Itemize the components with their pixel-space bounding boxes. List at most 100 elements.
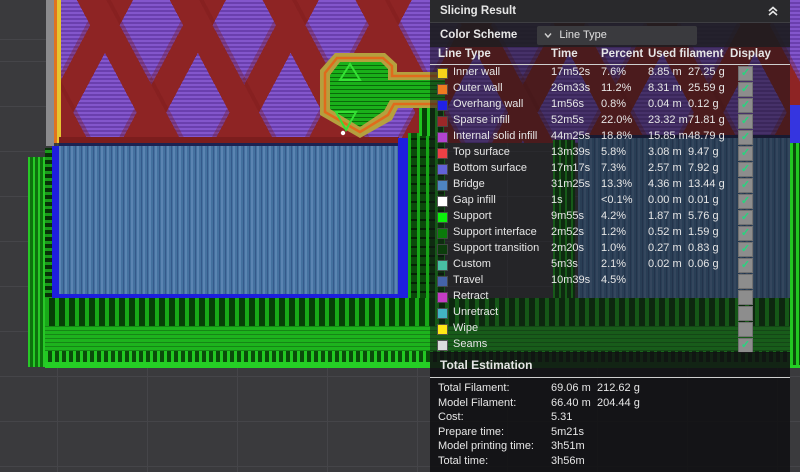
line-type-row: Bottom surface 17m17s 7.3% 2.57 m 7.92 g ✓ — [430, 161, 790, 177]
line-type-filament-m: 1.87 m — [648, 210, 682, 222]
panel-title-bar: Slicing Result — [430, 0, 790, 23]
total-estimation-section: Total Estimation Total Filament: 69.06 m 2… — [430, 352, 790, 472]
line-type-filament-m: 0.02 m — [648, 258, 682, 270]
line-type-percent: 2.1% — [601, 258, 627, 270]
total-label: Cost: — [438, 411, 464, 423]
total-value-1: 5m21s — [551, 425, 585, 438]
line-type-percent: 5.8% — [601, 146, 627, 158]
line-type-filament-g: 71.81 g — [688, 114, 725, 126]
line-type-label: Top surface — [453, 146, 510, 158]
display-checkbox[interactable]: ✓ — [738, 226, 753, 241]
display-checkbox[interactable] — [738, 322, 753, 337]
line-type-table: Line Type Time Percent Used filament Dis… — [430, 47, 790, 353]
display-checkbox[interactable] — [738, 274, 753, 289]
line-type-row: Unretract — [430, 305, 790, 321]
total-estimation-row: Total Filament: 69.06 m 212.62 g — [430, 381, 790, 396]
line-type-label: Travel — [453, 274, 484, 286]
line-type-label: Bottom surface — [453, 162, 527, 174]
color-scheme-value: Line Type — [559, 29, 607, 41]
display-checkbox[interactable]: ✓ — [738, 258, 753, 273]
line-type-label: Custom — [453, 258, 491, 270]
line-type-label: Unretract — [453, 306, 499, 318]
total-label: Total Filament: — [438, 382, 510, 394]
line-type-percent: 7.6% — [601, 66, 627, 78]
line-type-time: 5m3s — [551, 258, 578, 270]
col-used-filament: Used filament — [648, 48, 724, 60]
line-type-percent: 1.0% — [601, 242, 627, 254]
color-scheme-dropdown[interactable]: Line Type — [537, 25, 698, 45]
line-type-row: Inner wall 17m52s 7.6% 8.85 m 27.25 g ✓ — [430, 65, 790, 81]
line-type-percent: 1.2% — [601, 226, 627, 238]
display-checkbox[interactable]: ✓ — [738, 242, 753, 257]
total-estimation-row: Prepare time: 5m21s — [430, 425, 790, 440]
display-checkbox[interactable]: ✓ — [738, 82, 753, 97]
line-type-row: Outer wall 26m33s 11.2% 8.31 m 25.59 g ✓ — [430, 81, 790, 97]
line-type-label: Sparse infill — [453, 114, 510, 126]
line-type-label: Support — [453, 210, 492, 222]
col-line-type: Line Type — [438, 48, 491, 60]
display-checkbox[interactable] — [738, 290, 753, 305]
edge-overhang-strip — [790, 105, 800, 143]
line-type-percent: 4.5% — [601, 274, 627, 286]
line-type-row: Overhang wall 1m56s 0.8% 0.04 m 0.12 g ✓ — [430, 97, 790, 113]
slicing-result-panel: Slicing Result Color Scheme Line Type Li… — [430, 0, 790, 472]
line-type-row: Wipe — [430, 321, 790, 337]
line-type-percent: 4.2% — [601, 210, 627, 222]
line-type-row: Gap infill 1s <0.1% 0.00 m 0.01 g ✓ — [430, 193, 790, 209]
display-checkbox[interactable]: ✓ — [738, 66, 753, 81]
line-type-color-swatch — [437, 164, 448, 175]
bridge-surface — [59, 143, 398, 301]
display-checkbox[interactable]: ✓ — [738, 194, 753, 209]
color-scheme-label: Color Scheme — [440, 29, 518, 41]
line-type-label: Retract — [453, 290, 489, 302]
line-type-label: Wipe — [453, 322, 479, 334]
line-type-row: Custom 5m3s 2.1% 0.02 m 0.06 g ✓ — [430, 257, 790, 273]
total-label: Model printing time: — [438, 440, 534, 452]
color-scheme-row: Color Scheme Line Type — [430, 23, 790, 47]
line-type-label: Overhang wall — [453, 98, 524, 110]
line-type-filament-g: 0.12 g — [688, 98, 719, 110]
line-type-label: Inner wall — [453, 66, 501, 78]
total-estimation-row: Model Filament: 66.40 m 204.44 g — [430, 396, 790, 411]
line-type-filament-g: 7.92 g — [688, 162, 719, 174]
line-type-percent: <0.1% — [601, 194, 633, 206]
line-type-filament-g: 48.79 g — [688, 130, 725, 142]
line-type-row: Bridge 31m25s 13.3% 4.36 m 13.44 g ✓ — [430, 177, 790, 193]
inner-wall-line — [57, 0, 61, 143]
line-type-row: Travel 10m39s 4.5% — [430, 273, 790, 289]
display-checkbox[interactable]: ✓ — [738, 98, 753, 113]
display-checkbox[interactable]: ✓ — [738, 210, 753, 225]
panel-title: Slicing Result — [440, 5, 517, 17]
display-checkbox[interactable] — [738, 306, 753, 321]
line-type-filament-g: 13.44 g — [688, 178, 725, 190]
line-type-percent: 13.3% — [601, 178, 633, 190]
edge-support-strip — [790, 143, 800, 365]
line-type-color-swatch — [437, 84, 448, 95]
total-estimation-title: Total Estimation — [430, 352, 790, 378]
line-type-filament-m: 0.04 m — [648, 98, 682, 110]
line-type-color-swatch — [437, 212, 448, 223]
table-header-row: Line Type Time Percent Used filament Dis… — [430, 47, 790, 65]
line-type-color-swatch — [437, 116, 448, 127]
display-checkbox[interactable]: ✓ — [738, 146, 753, 161]
line-type-color-swatch — [437, 244, 448, 255]
line-type-filament-g: 0.83 g — [688, 242, 719, 254]
line-type-filament-g: 0.01 g — [688, 194, 719, 206]
total-value-2: 212.62 g — [597, 382, 640, 394]
line-type-time: 13m39s — [551, 146, 591, 158]
total-estimation-row: Total time: 3h56m — [430, 454, 790, 469]
line-type-color-swatch — [437, 260, 448, 271]
overhang-wall-right — [398, 138, 408, 305]
line-type-time: 17m17s — [551, 162, 591, 174]
collapse-panel-icon[interactable] — [766, 4, 780, 18]
line-type-rows: Inner wall 17m52s 7.6% 8.85 m 27.25 g ✓ Outer … — [430, 65, 790, 353]
line-type-label: Support interface — [453, 226, 537, 238]
seam-dot — [340, 130, 346, 136]
line-type-color-swatch — [437, 180, 448, 191]
display-checkbox[interactable]: ✓ — [738, 178, 753, 193]
display-checkbox[interactable]: ✓ — [738, 338, 753, 353]
display-checkbox[interactable]: ✓ — [738, 162, 753, 177]
display-checkbox[interactable]: ✓ — [738, 130, 753, 145]
line-type-row: Seams ✓ — [430, 337, 790, 353]
display-checkbox[interactable]: ✓ — [738, 114, 753, 129]
